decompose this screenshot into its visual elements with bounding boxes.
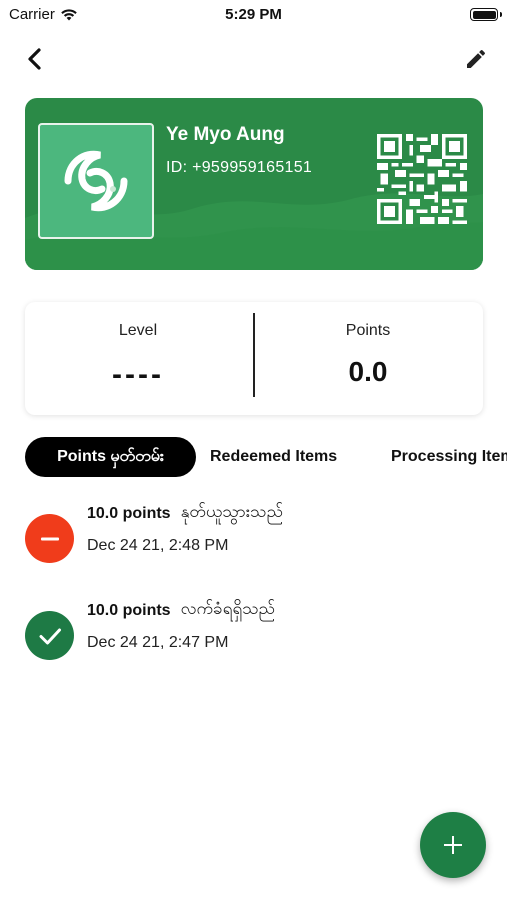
level-value: ---- [112,358,164,391]
member-name: Ye Myo Aung [166,124,285,145]
minus-circle-icon [40,537,59,540]
pencil-icon [467,49,486,68]
member-id: ID: +959959165151 [166,159,313,176]
history-title: 10.0 points လက်ခံရရှိသည် [87,598,275,623]
member-card: Ye Myo Aung ID: +959959165151 [25,98,483,270]
tab-points-history[interactable]: Points မှတ်တမ်း [25,437,196,477]
tab-processing-items[interactable]: Processing Items [391,437,507,477]
stats-divider [253,313,255,397]
level-label: Level [118,322,158,339]
received-status [25,611,74,660]
swirl-logo-icon [64,150,128,212]
add-button[interactable] [420,812,486,878]
chevron-left-icon [28,48,41,70]
tab-bar: Points မှတ်တမ်း Redeemed Items Processin… [25,437,507,477]
battery-icon [470,8,498,21]
back-button[interactable] [20,44,50,74]
history-description: လက်ခံရရှိသည် [180,599,276,618]
brand-logo [38,123,154,239]
points-label: Points [345,322,391,339]
status-time: 5:29 PM [225,6,282,23]
edit-button[interactable] [461,44,491,74]
tab-redeemed-items[interactable]: Redeemed Items [210,437,337,477]
points-value: 0.0 [348,356,388,387]
history-item[interactable]: 10.0 points နုတ်ယူသွားသည် Dec 24 21, 2:4… [25,499,495,579]
stats-card: Level ---- Points 0.0 [25,302,483,415]
history-description: နုတ်ယူသွားသည် [180,502,284,521]
deduction-status [25,514,74,563]
history-item[interactable]: 10.0 points လက်ခံရရှိသည် Dec 24 21, 2:47… [25,596,495,676]
check-circle-icon [39,628,61,644]
history-points: 10.0 points [87,601,171,619]
history-time: Dec 24 21, 2:48 PM [87,537,229,554]
status-bar: Carrier 5:29 PM [0,0,507,28]
history-points: 10.0 points [87,504,171,522]
plus-icon [444,836,462,854]
qr-code-icon[interactable] [377,134,467,224]
history-title: 10.0 points နုတ်ယူသွားသည် [87,501,283,526]
history-time: Dec 24 21, 2:47 PM [87,634,229,651]
